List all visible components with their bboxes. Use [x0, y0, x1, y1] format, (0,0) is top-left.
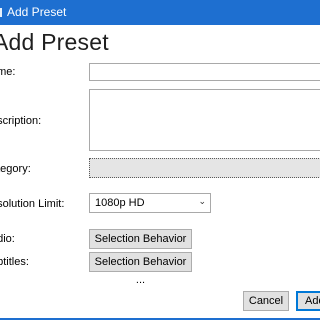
resolution-limit-dropdown[interactable]: 1080p HD ⌄	[89, 193, 211, 213]
audio-label: udio:	[0, 233, 15, 245]
chevron-down-icon: ⌄	[198, 196, 206, 206]
name-label: ame:	[0, 66, 16, 78]
page-title: Add Preset	[0, 29, 109, 55]
cancel-button[interactable]: Cancel	[243, 291, 289, 311]
description-label: escription:	[0, 115, 42, 127]
category-select[interactable]	[89, 158, 320, 178]
name-field[interactable]	[89, 63, 320, 81]
subtitles-label: ubtitles:	[0, 256, 29, 268]
subtitles-selection-behavior-button[interactable]: Selection Behavior ...	[89, 252, 192, 286]
window-title: Add Preset	[7, 5, 67, 19]
app-icon	[0, 8, 2, 17]
category-label: ategory:	[0, 163, 31, 175]
description-field[interactable]	[89, 89, 320, 151]
title-bar: Add Preset	[0, 0, 320, 25]
resolution-limit-value: 1080p HD	[95, 197, 145, 209]
audio-selection-behavior-button[interactable]: Selection Behavior ...	[89, 229, 192, 263]
resolution-limit-label: esolution Limit:	[0, 198, 65, 210]
add-button[interactable]: Add	[296, 291, 320, 311]
